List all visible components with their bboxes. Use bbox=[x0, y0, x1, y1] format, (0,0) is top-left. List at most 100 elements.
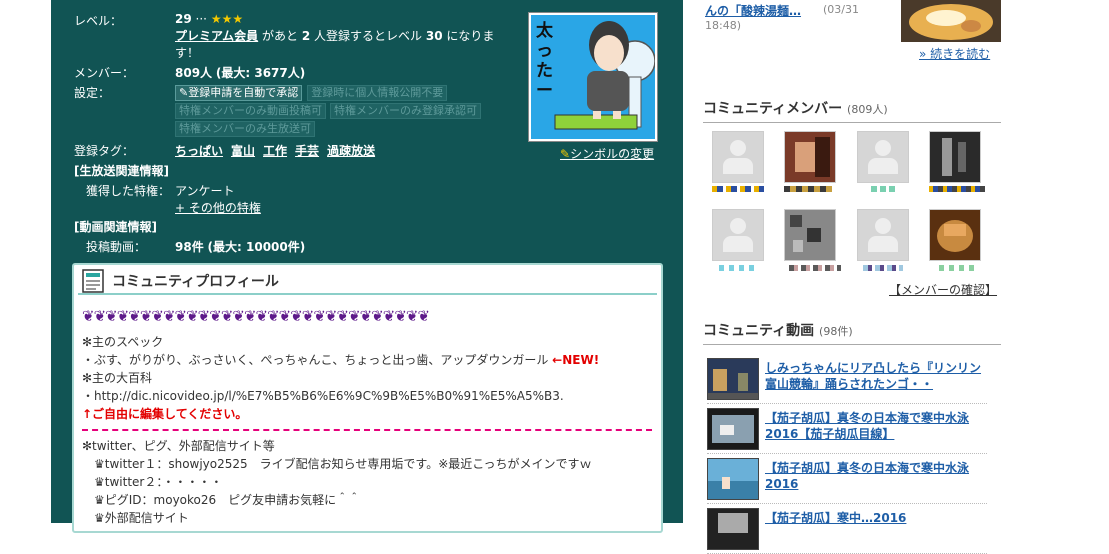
setting-off: 特権メンバーのみ動画投稿可 bbox=[175, 103, 326, 119]
level-text: す！ bbox=[175, 46, 200, 60]
sns-line: ♛twitter１：showjyo2525 ライブ配信お知らせ専用垢です。※最近… bbox=[82, 457, 592, 471]
level-value: 29 bbox=[175, 12, 192, 26]
level-text: になりま bbox=[446, 29, 495, 43]
video-item[interactable]: 【茄子胡瓜】真冬の日本海で寒中水泳2016【茄子胡瓜目線】 bbox=[707, 408, 987, 454]
level-sep: ··· bbox=[195, 12, 207, 26]
videos-value: 98件 bbox=[175, 240, 204, 254]
setting-auto-approve: ✎登録申請を自動で承認 bbox=[175, 85, 303, 101]
member-name-pixels bbox=[719, 265, 755, 271]
videos-max: (最大: 10000件) bbox=[207, 240, 306, 254]
privilege-value: アンケート bbox=[175, 184, 235, 198]
symbol-change-label: シンボルの変更 bbox=[570, 147, 655, 161]
level-next: 30 bbox=[425, 29, 443, 43]
video-title[interactable]: 【茄子胡瓜】真冬の日本海で寒中水泳2016 bbox=[765, 460, 987, 492]
member-avatar[interactable] bbox=[784, 209, 836, 261]
spec-line: ・ぶす、がりがり、ぶっさいく、ぺっちゃんこ、ちょっと出っ歯、アップダウンガール … bbox=[82, 351, 652, 369]
video-thumbnail bbox=[707, 508, 759, 550]
video-title[interactable]: 【茄子胡瓜】真冬の日本海で寒中水泳2016【茄子胡瓜目線】 bbox=[765, 410, 987, 442]
video-item[interactable]: 【茄子胡瓜】寒中…2016 bbox=[707, 508, 987, 554]
setting-off: 特権メンバーのみ登録承認可 bbox=[330, 103, 481, 119]
videos-count: (98件) bbox=[819, 325, 853, 338]
sns-line: ♛外部配信サイト bbox=[82, 511, 189, 525]
member-avatar[interactable] bbox=[929, 131, 981, 183]
wiki-edit-note: ↑ご自由に編集してください。 bbox=[82, 407, 248, 421]
member-avatar[interactable] bbox=[857, 209, 909, 261]
profile-icon bbox=[82, 269, 104, 293]
spec-heading: ✻主のスペック bbox=[82, 335, 164, 349]
settings-list: ✎登録申請を自動で承認 登録時に個人情報公開不要 特権メンバーのみ動画投稿可 特権メ… bbox=[175, 83, 515, 137]
profile-title: コミュニティプロフィール bbox=[112, 274, 279, 290]
level-label: レベル： bbox=[74, 14, 123, 28]
setting-off: 特権メンバーのみ生放送可 bbox=[175, 121, 315, 137]
tags-list: ちっぱい 富山 工作 手芸 過疎放送 bbox=[175, 142, 383, 159]
member-avatar[interactable] bbox=[857, 131, 909, 183]
wiki-url[interactable]: ・http://dic.nicovideo.jp/l/%E7%B5%B6%E6%… bbox=[82, 387, 652, 405]
video-item[interactable]: 【茄子胡瓜】真冬の日本海で寒中水泳2016 bbox=[707, 458, 987, 504]
level-remaining: 2 bbox=[301, 29, 311, 43]
community-symbol: 太ったー bbox=[528, 12, 658, 142]
level-text: があと bbox=[262, 29, 299, 43]
hearts-decoration: ❦❦❦❦❦❦❦❦❦❦❦❦❦❦❦❦❦❦❦❦❦❦❦❦❦❦❦❦❦❦ bbox=[82, 307, 430, 325]
member-name-pixels bbox=[863, 265, 903, 271]
spec-text: ・ぶす、がりがり、ぶっさいく、ぺっちゃんこ、ちょっと出っ歯、アップダウンガール bbox=[82, 353, 549, 367]
level-text: 人登録するとレベル bbox=[314, 29, 423, 43]
member-name-pixels bbox=[871, 186, 895, 192]
edit-icon: ✎ bbox=[560, 147, 571, 161]
member-name-pixels bbox=[712, 186, 764, 192]
members-count: (809人) bbox=[847, 103, 888, 116]
news-time: 18:48) bbox=[705, 19, 741, 32]
tag-link[interactable]: 過疎放送 bbox=[327, 144, 375, 158]
profile-header: コミュニティプロフィール bbox=[78, 265, 657, 295]
settings-label: 設定： bbox=[74, 86, 111, 100]
wiki-heading: ✻主の大百科 bbox=[82, 371, 153, 385]
members-max: (最大: 3677人) bbox=[215, 66, 306, 80]
tags-label: 登録タグ： bbox=[74, 144, 135, 158]
members-title: コミュニティメンバー bbox=[703, 101, 843, 117]
sidebar: んの「酸辣湯麺… (03/31 18:48) » 続きを読む コミュニティメンバ… bbox=[703, 0, 1003, 554]
setting-auto-approve-label: 登録申請を自動で承認 bbox=[188, 86, 299, 99]
read-more-link[interactable]: » 続きを読む bbox=[919, 45, 990, 62]
tag-link[interactable]: 手芸 bbox=[295, 144, 319, 158]
live-section-heading: [生放送関連情報] bbox=[74, 164, 169, 178]
video-item[interactable]: しみっちゃんにリア凸したら『リンリン富山競輪』踊らされたンゴ・・ bbox=[707, 358, 987, 404]
videos-heading: コミュニティ動画 (98件) bbox=[703, 320, 1001, 345]
premium-link[interactable]: プレミアム会員 bbox=[175, 29, 258, 43]
video-thumbnail bbox=[707, 408, 759, 450]
community-info-panel: レベル： 29 ··· ★★★ プレミアム会員 があと 2 人登録するとレベル … bbox=[51, 0, 683, 533]
new-badge: ←NEW! bbox=[552, 353, 600, 367]
member-name-pixels bbox=[784, 186, 832, 192]
videos-info: 98件 (最大: 10000件) bbox=[175, 238, 305, 255]
member-avatar[interactable] bbox=[712, 209, 764, 261]
video-title[interactable]: しみっちゃんにリア凸したら『リンリン富山競輪』踊らされたンゴ・・ bbox=[765, 360, 987, 392]
member-avatar[interactable] bbox=[929, 209, 981, 261]
sns-line: ♛twitter２：・・・・・ bbox=[82, 475, 223, 489]
symbol-change-link[interactable]: ✎シンボルの変更 bbox=[560, 145, 654, 162]
tag-link[interactable]: 富山 bbox=[231, 144, 255, 158]
news-date: (03/31 bbox=[823, 3, 859, 16]
profile-body: ❦❦❦❦❦❦❦❦❦❦❦❦❦❦❦❦❦❦❦❦❦❦❦❦❦❦❦❦❦❦ ✻主のスペック ・… bbox=[82, 307, 652, 527]
level-info: 29 ··· ★★★ プレミアム会員 があと 2 人登録するとレベル 30 にな… bbox=[175, 11, 510, 62]
member-confirm-link[interactable]: 【メンバーの確認】 bbox=[889, 281, 997, 298]
member-avatar[interactable] bbox=[784, 131, 836, 183]
sns-heading: ✻twitter、ピグ、外部配信サイト等 bbox=[82, 439, 275, 453]
tag-link[interactable]: ちっぱい bbox=[175, 144, 223, 158]
news-link[interactable]: んの「酸辣湯麺… bbox=[705, 2, 801, 19]
tag-link[interactable]: 工作 bbox=[263, 144, 287, 158]
members-heading: コミュニティメンバー (809人) bbox=[703, 98, 1001, 123]
members-value: 809人 bbox=[175, 66, 213, 80]
member-avatar[interactable] bbox=[712, 131, 764, 183]
member-name-pixels bbox=[789, 265, 841, 271]
videos-title: コミュニティ動画 bbox=[703, 323, 815, 339]
videos-label: 投稿動画： bbox=[86, 240, 147, 254]
privilege-label: 獲得した特権： bbox=[86, 184, 171, 198]
member-name-pixels bbox=[929, 186, 985, 192]
privilege-info: アンケート + その他の特権 bbox=[175, 182, 261, 216]
members-info: 809人 (最大: 3677人) bbox=[175, 64, 305, 81]
symbol-text: 太ったー bbox=[536, 21, 553, 101]
video-title[interactable]: 【茄子胡瓜】寒中…2016 bbox=[765, 510, 987, 526]
video-thumbnail bbox=[707, 458, 759, 500]
news-thumbnail bbox=[901, 0, 1001, 42]
video-thumbnail bbox=[707, 358, 759, 400]
privilege-more-link[interactable]: + その他の特権 bbox=[175, 201, 261, 215]
divider bbox=[82, 429, 652, 431]
